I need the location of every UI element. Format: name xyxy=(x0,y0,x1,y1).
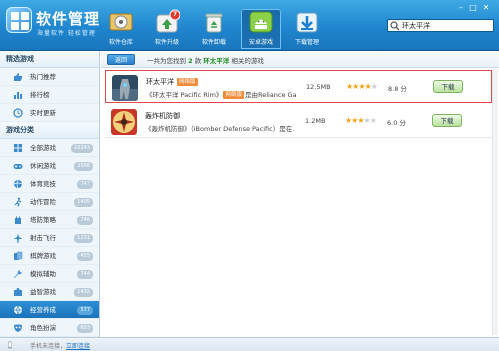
category-count: 455 xyxy=(77,252,93,261)
app-name[interactable]: 轰炸机防御 xyxy=(145,111,180,121)
ranking-icon xyxy=(14,92,22,99)
runner-icon xyxy=(14,197,22,207)
search-box xyxy=(387,19,494,32)
toolbar-software-repository[interactable]: 软件仓库 xyxy=(101,9,141,49)
category-count: 10243 xyxy=(71,144,93,153)
app-size: 1.2MB xyxy=(305,117,326,125)
category-count: 744 xyxy=(77,270,93,279)
sidebar-item-action[interactable]: 动作冒险 1405 xyxy=(0,193,99,211)
tower-icon xyxy=(15,216,21,224)
title-bar: 软件管理 海量软件 轻松管理 软件仓库 7 软件升级 软件卸载 安卓游戏 下载管… xyxy=(0,0,499,51)
sidebar-item-sports[interactable]: 体育竞技 747 xyxy=(0,175,99,193)
search-input[interactable] xyxy=(402,20,492,31)
ball-icon xyxy=(13,179,23,189)
category-count: 1231 xyxy=(74,234,93,243)
app-logo-icon xyxy=(6,7,32,33)
download-button[interactable]: 下载 xyxy=(432,114,462,127)
minimize-icon[interactable]: – xyxy=(456,3,466,12)
puzzle-icon xyxy=(14,288,22,296)
app-score: 6.0 分 xyxy=(387,119,406,127)
software-upgrade-icon: 7 xyxy=(154,9,181,35)
phone-icon xyxy=(8,341,12,349)
upgrade-badge: 7 xyxy=(172,11,178,18)
connection-status: 手机未连接，立即连接 xyxy=(30,343,91,350)
app-row[interactable]: 环太平洋 网络版 《环太平洋 Pacific Rim》 网络版 是由Reliance … xyxy=(105,70,492,103)
status-bar: 手机未连接，立即连接 xyxy=(0,337,499,351)
sidebar-item-updates[interactable]: 实时更新 xyxy=(0,104,99,122)
app-description: 《轰炸机防御》（iBomber Defense Pacific）是在... xyxy=(145,125,295,133)
sidebar-item-board[interactable]: 棋牌游戏 455 xyxy=(0,247,99,265)
app-description: 《环太平洋 Pacific Rim》网络版是由Reliance Games开发.… xyxy=(146,91,296,99)
category-count: 1405 xyxy=(74,198,93,207)
ibomber-app-icon xyxy=(111,109,137,135)
sidebar-item-simulation[interactable]: 模拟辅助 744 xyxy=(0,265,99,283)
software-repository-icon xyxy=(108,9,134,35)
sidebar-item-casual[interactable]: 休闲游戏 2566 xyxy=(0,157,99,175)
maximize-icon[interactable]: □ xyxy=(468,3,478,12)
app-title: 软件管理 xyxy=(36,10,101,28)
category-count: 1432 xyxy=(74,288,93,297)
section-game-categories: 游戏分类 xyxy=(0,122,99,139)
mask-icon xyxy=(14,324,22,332)
download-button[interactable]: 下载 xyxy=(433,80,463,93)
sidebar-item-all-games[interactable]: 全部游戏 10243 xyxy=(0,139,99,157)
app-row[interactable]: 轰炸机防御 《轰炸机防御》（iBomber Defense Pacific）是在… xyxy=(105,105,492,138)
sidebar: 精选游戏 热门推荐 排行榜 实时更新 游戏分类 全部游戏 10243 休闲游戏 … xyxy=(0,51,100,337)
sidebar-item-puzzle[interactable]: 益智游戏 1432 xyxy=(0,283,99,301)
app-size: 12.5MB xyxy=(306,83,331,91)
controller-icon xyxy=(13,164,23,169)
sidebar-item-strategy[interactable]: 塔防策略 746 xyxy=(0,211,99,229)
section-featured-games: 精选游戏 xyxy=(0,51,99,68)
sidebar-item-hot[interactable]: 热门推荐 xyxy=(0,68,99,86)
plane-icon xyxy=(13,233,23,243)
toolbar-software-upgrade[interactable]: 7 软件升级 xyxy=(147,9,187,49)
close-icon[interactable]: ✕ xyxy=(481,3,491,12)
cards-icon xyxy=(14,251,23,260)
toolbar-download-manager[interactable]: 下载管理 xyxy=(287,9,327,49)
result-summary: 一共为您找到 2 款 环太平洋 相关的游戏 xyxy=(147,57,264,65)
connect-now-link[interactable]: 立即连接 xyxy=(66,343,90,350)
rating-stars: ★★★★★ xyxy=(346,82,378,91)
android-games-icon xyxy=(248,9,274,35)
app-slogan: 海量软件 轻松管理 xyxy=(37,30,96,37)
scrollbar[interactable] xyxy=(492,69,498,335)
recycle-bin-icon xyxy=(201,9,227,35)
sidebar-item-management[interactable]: 经营养成 577 xyxy=(0,301,99,319)
thumb-up-icon xyxy=(14,73,23,81)
grid-icon xyxy=(14,144,22,152)
sidebar-item-shooting[interactable]: 射击飞行 1231 xyxy=(0,229,99,247)
results-toolbar: 返回 一共为您找到 2 款 环太平洋 相关的游戏 xyxy=(101,51,499,68)
sidebar-item-ranking[interactable]: 排行榜 xyxy=(0,86,99,104)
category-count: 2566 xyxy=(74,162,93,171)
category-count: 746 xyxy=(77,216,93,225)
toolbar-android-games[interactable]: 安卓游戏 xyxy=(241,9,281,49)
toolbar-software-uninstall[interactable]: 软件卸载 xyxy=(194,9,234,49)
clock-icon xyxy=(13,108,23,118)
category-count: 747 xyxy=(77,180,93,189)
pacific-rim-app-icon xyxy=(112,75,138,101)
category-count: 603 xyxy=(77,324,93,333)
back-button[interactable]: 返回 xyxy=(107,54,135,65)
download-manager-icon xyxy=(294,9,320,35)
sidebar-item-rpg[interactable]: 角色扮演 603 xyxy=(0,319,99,337)
app-score: 8.8 分 xyxy=(388,85,407,93)
wrench-icon xyxy=(14,270,22,278)
search-icon[interactable] xyxy=(390,21,400,31)
main-content: 返回 一共为您找到 2 款 环太平洋 相关的游戏 环太平洋 网络版 《环太平洋 P… xyxy=(101,51,499,337)
globe-icon xyxy=(14,305,22,315)
star-icon: ★ xyxy=(369,116,377,125)
category-count: 577 xyxy=(77,306,93,315)
app-name[interactable]: 环太平洋 网络版 xyxy=(146,77,198,87)
rating-stars: ★★★★★ xyxy=(345,116,377,125)
star-icon: ★ xyxy=(370,82,378,91)
online-tag: 网络版 xyxy=(223,91,244,99)
online-tag: 网络版 xyxy=(177,78,198,86)
